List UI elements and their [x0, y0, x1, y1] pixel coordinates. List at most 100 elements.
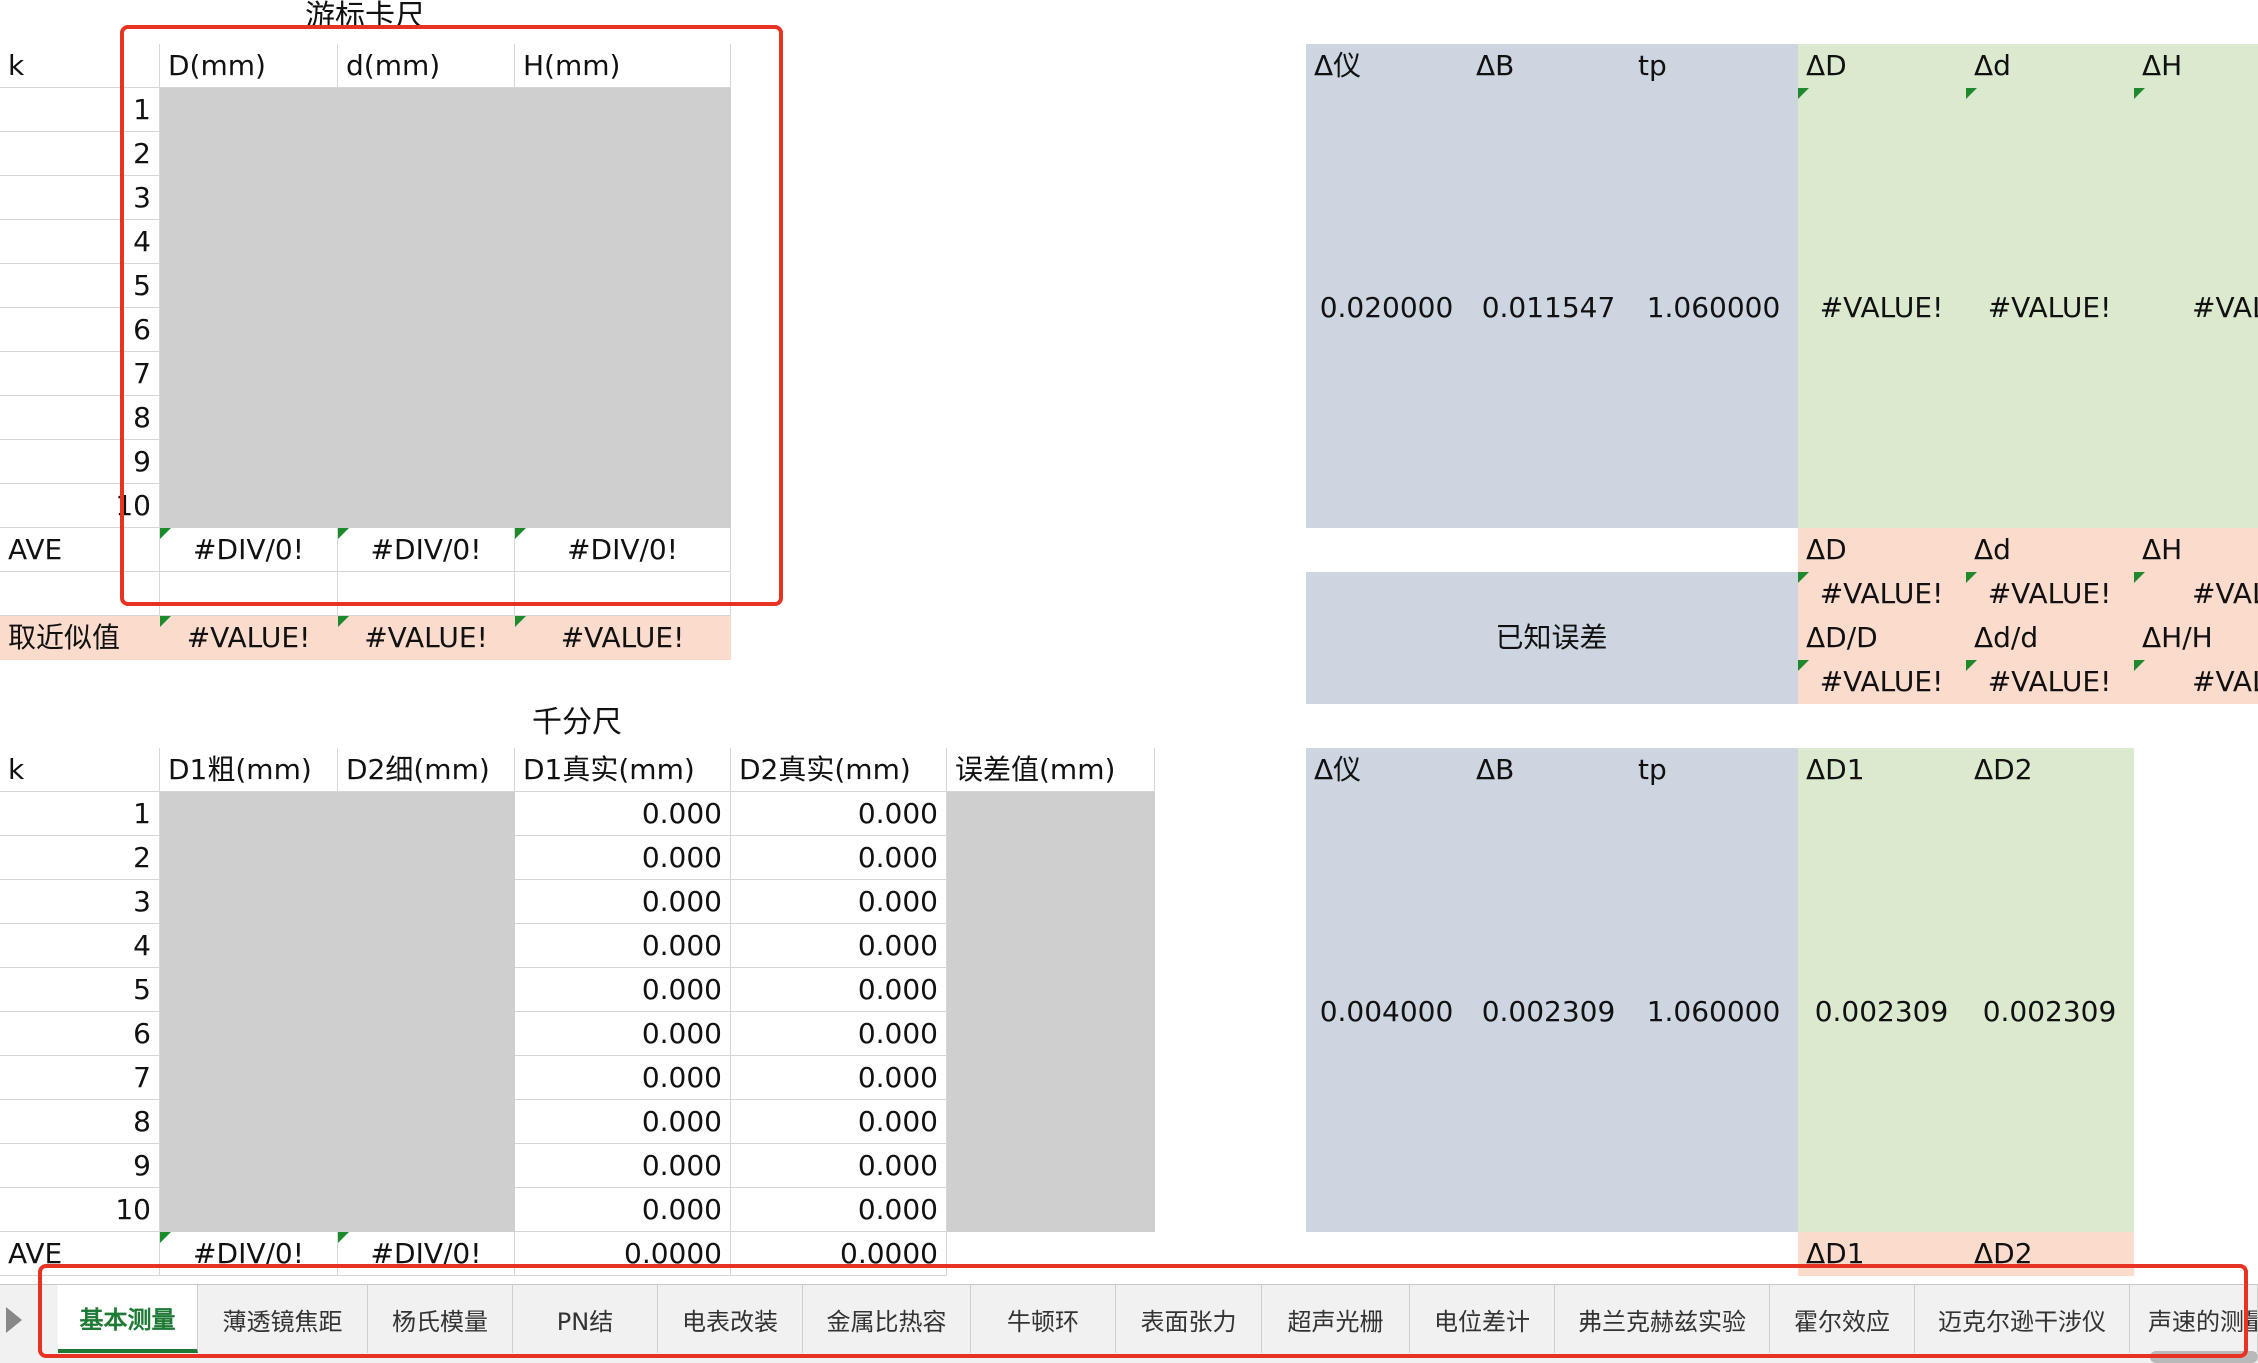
d2-true-cell[interactable]: 0.000 — [731, 924, 947, 968]
micrometer-ave-D2[interactable]: #DIV/0! — [338, 1232, 515, 1276]
tab-pn-junction[interactable]: PN结 — [513, 1285, 658, 1353]
d1-true-cell[interactable]: 0.000 — [515, 968, 731, 1012]
vernier-row-k[interactable]: 1 — [0, 88, 160, 132]
micrometer-delta-D2-value[interactable]: 0.002309 — [1966, 792, 2134, 1232]
tab-thin-lens[interactable]: 薄透镜焦距 — [198, 1285, 368, 1353]
d2-true-cell[interactable]: 0.000 — [731, 1188, 947, 1232]
micrometer-k-header[interactable]: k — [0, 748, 160, 792]
d2-true-cell[interactable]: 0.000 — [731, 1012, 947, 1056]
tab-ultrasonic-grating[interactable]: 超声光栅 — [1262, 1285, 1410, 1353]
d1-true-cell[interactable]: 0.000 — [515, 1100, 731, 1144]
d1-true-cell[interactable]: 0.000 — [515, 1012, 731, 1056]
abs-d-label[interactable]: Δd — [1966, 528, 2134, 572]
micrometer-delta-yi-header[interactable]: Δ仪 — [1306, 748, 1468, 792]
vernier-delta-B-header[interactable]: ΔB — [1468, 44, 1630, 88]
d1-true-cell[interactable]: 0.000 — [515, 880, 731, 924]
vernier-row-k[interactable]: 6 — [0, 308, 160, 352]
abs-d-value[interactable]: #VALUE! — [1966, 572, 2134, 616]
rel-H-label[interactable]: ΔH/H — [2134, 616, 2258, 660]
tab-basic-measurement[interactable]: 基本测量 — [58, 1285, 198, 1353]
abs-D-label[interactable]: ΔD — [1798, 528, 1966, 572]
micrometer-row-k[interactable]: 9 — [0, 1144, 160, 1188]
tab-surface-tension[interactable]: 表面张力 — [1116, 1285, 1262, 1353]
vernier-row-k[interactable]: 9 — [0, 440, 160, 484]
d2-true-cell[interactable]: 0.000 — [731, 880, 947, 924]
horizontal-scrollbar[interactable] — [2150, 1351, 2258, 1363]
micrometer-error-header[interactable]: 误差值(mm) — [947, 748, 1155, 792]
micrometer-D1-coarse-header[interactable]: D1粗(mm) — [160, 748, 338, 792]
vernier-delta-B-value[interactable]: 0.011547 — [1468, 88, 1630, 528]
micrometer-row-k[interactable]: 4 — [0, 924, 160, 968]
micrometer-ave-D1[interactable]: #DIV/0! — [160, 1232, 338, 1276]
vernier-row-k[interactable]: 5 — [0, 264, 160, 308]
vernier-ave-label[interactable]: AVE — [0, 528, 160, 572]
micrometer-row-k[interactable]: 7 — [0, 1056, 160, 1100]
micrometer-row-k[interactable]: 8 — [0, 1100, 160, 1144]
empty-cell[interactable] — [0, 572, 160, 616]
tab-scroll-left-icon[interactable] — [6, 1307, 22, 1333]
abs-H-value[interactable]: #VAL — [2134, 572, 2258, 616]
tab-sound-speed[interactable]: 声速的测量 — [2130, 1285, 2258, 1353]
d2-true-cell[interactable]: 0.000 — [731, 836, 947, 880]
micrometer-row-k[interactable]: 6 — [0, 1012, 160, 1056]
vernier-row-k[interactable]: 8 — [0, 396, 160, 440]
vernier-ave-H[interactable]: #DIV/0! — [515, 528, 731, 572]
empty-cell[interactable] — [338, 572, 515, 616]
spreadsheet-grid[interactable]: 游标卡尺 千分尺 k D(mm) d(mm) H(mm) 1 2 3 4 5 6… — [0, 0, 2258, 1284]
tab-youngs-modulus[interactable]: 杨氏模量 — [368, 1285, 513, 1353]
vernier-delta-d-header[interactable]: Δd — [1966, 44, 2134, 88]
vernier-approx-D[interactable]: #VALUE! — [160, 616, 338, 660]
vernier-row-k[interactable]: 4 — [0, 220, 160, 264]
d2-true-cell[interactable]: 0.000 — [731, 968, 947, 1012]
micrometer-delta-B-header[interactable]: ΔB — [1468, 748, 1630, 792]
tab-hall-effect[interactable]: 霍尔效应 — [1770, 1285, 1915, 1353]
micrometer-delta-D2-header[interactable]: ΔD2 — [1966, 748, 2134, 792]
vernier-tp-value[interactable]: 1.060000 — [1630, 88, 1798, 528]
vernier-input-range[interactable] — [160, 88, 731, 528]
d1-true-cell[interactable]: 0.000 — [515, 1144, 731, 1188]
d1-true-cell[interactable]: 0.000 — [515, 924, 731, 968]
micrometer-abs-D2-label[interactable]: ΔD2 — [1966, 1232, 2134, 1276]
micrometer-error-range[interactable] — [947, 792, 1155, 1232]
vernier-row-k[interactable]: 10 — [0, 484, 160, 528]
vernier-k-header[interactable]: k — [0, 44, 160, 88]
vernier-row-k[interactable]: 3 — [0, 176, 160, 220]
vernier-delta-H-value[interactable]: #VAL — [2134, 88, 2258, 528]
tab-potentiometer[interactable]: 电位差计 — [1410, 1285, 1555, 1353]
micrometer-tp-value[interactable]: 1.060000 — [1630, 792, 1798, 1232]
rel-d-label[interactable]: Δd/d — [1966, 616, 2134, 660]
d1-true-cell[interactable]: 0.000 — [515, 1188, 731, 1232]
vernier-delta-H-header[interactable]: ΔH — [2134, 44, 2258, 88]
d1-true-cell[interactable]: 0.000 — [515, 1056, 731, 1100]
vernier-tp-header[interactable]: tp — [1630, 44, 1798, 88]
vernier-ave-d[interactable]: #DIV/0! — [338, 528, 515, 572]
tab-meter-modification[interactable]: 电表改装 — [658, 1285, 803, 1353]
micrometer-delta-B-value[interactable]: 0.002309 — [1468, 792, 1630, 1232]
tab-newton-rings[interactable]: 牛顿环 — [971, 1285, 1116, 1353]
vernier-approx-H[interactable]: #VALUE! — [515, 616, 731, 660]
vernier-delta-D-header[interactable]: ΔD — [1798, 44, 1966, 88]
rel-D-value[interactable]: #VALUE! — [1798, 660, 1966, 704]
d2-true-cell[interactable]: 0.000 — [731, 1056, 947, 1100]
tab-franck-hertz[interactable]: 弗兰克赫兹实验 — [1555, 1285, 1770, 1353]
known-error-label[interactable]: 已知误差 — [1306, 572, 1798, 704]
empty-cell[interactable] — [160, 572, 338, 616]
d1-true-cell[interactable]: 0.000 — [515, 792, 731, 836]
vernier-D-header[interactable]: D(mm) — [160, 44, 338, 88]
micrometer-row-k[interactable]: 10 — [0, 1188, 160, 1232]
vernier-row-k[interactable]: 2 — [0, 132, 160, 176]
d2-true-cell[interactable]: 0.000 — [731, 1144, 947, 1188]
tab-metal-specific-heat[interactable]: 金属比热容 — [803, 1285, 971, 1353]
tab-michelson[interactable]: 迈克尔逊干涉仪 — [1915, 1285, 2130, 1353]
micrometer-ave-label[interactable]: AVE — [0, 1232, 160, 1276]
micrometer-tp-header[interactable]: tp — [1630, 748, 1798, 792]
micrometer-ave-D2-true[interactable]: 0.0000 — [731, 1232, 947, 1276]
vernier-approx-d[interactable]: #VALUE! — [338, 616, 515, 660]
micrometer-delta-D1-header[interactable]: ΔD1 — [1798, 748, 1966, 792]
vernier-delta-yi-header[interactable]: Δ仪 — [1306, 44, 1468, 88]
vernier-delta-yi-value[interactable]: 0.020000 — [1306, 88, 1468, 528]
vernier-d-header[interactable]: d(mm) — [338, 44, 515, 88]
empty-cell[interactable] — [515, 572, 731, 616]
d2-true-cell[interactable]: 0.000 — [731, 792, 947, 836]
vernier-H-header[interactable]: H(mm) — [515, 44, 731, 88]
